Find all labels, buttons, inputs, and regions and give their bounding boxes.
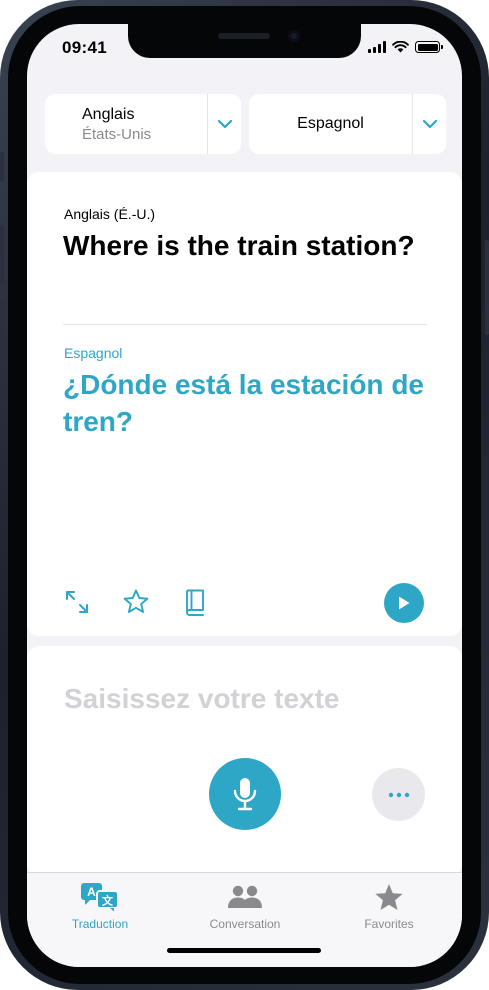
volume-up-button xyxy=(0,225,4,285)
dictionary-book-icon[interactable] xyxy=(180,587,210,617)
microphone-button[interactable] xyxy=(209,758,281,830)
source-text[interactable]: Where is the train station? xyxy=(63,227,423,264)
side-power-button xyxy=(485,240,489,335)
play-icon xyxy=(399,596,410,610)
more-options-button[interactable] xyxy=(372,768,425,821)
tab-label: Conversation xyxy=(209,917,281,931)
svg-text:文: 文 xyxy=(102,894,114,908)
svg-text:A: A xyxy=(87,885,96,899)
home-indicator[interactable] xyxy=(167,948,321,953)
star-icon xyxy=(374,882,404,912)
chevron-down-icon[interactable] xyxy=(413,94,446,154)
status-icons xyxy=(368,41,443,53)
app-screen: 09:41 Anglais États-Unis Espagnol Anglai… xyxy=(27,24,462,967)
volume-down-button xyxy=(0,300,4,360)
cellular-signal-icon xyxy=(368,41,386,53)
status-time: 09:41 xyxy=(62,38,107,57)
tab-favorites[interactable]: Favorites xyxy=(334,882,444,931)
source-language-selector[interactable]: Anglais États-Unis xyxy=(45,94,241,154)
battery-icon xyxy=(415,41,443,53)
translated-text[interactable]: ¿Dónde está la estación de tren? xyxy=(63,366,433,440)
favorite-star-icon[interactable] xyxy=(121,587,151,617)
notch xyxy=(128,24,361,58)
tab-label: Traduction xyxy=(71,917,129,931)
chevron-down-icon[interactable] xyxy=(208,94,241,154)
source-language-name: Anglais xyxy=(82,105,135,123)
expand-icon[interactable] xyxy=(62,587,92,617)
play-audio-button[interactable] xyxy=(384,583,424,623)
translation-card: Anglais (É.-U.) Where is the train stati… xyxy=(27,172,462,636)
people-icon xyxy=(227,882,263,912)
tab-traduction[interactable]: A 文 Traduction xyxy=(45,882,155,931)
tab-conversation[interactable]: Conversation xyxy=(190,882,300,931)
target-language-selector[interactable]: Espagnol xyxy=(249,94,446,154)
target-language-name: Espagnol xyxy=(297,115,364,132)
translate-icon: A 文 xyxy=(80,882,120,912)
microphone-icon xyxy=(233,778,257,811)
text-input-placeholder[interactable]: Saisissez votre texte xyxy=(64,683,340,715)
input-card[interactable]: Saisissez votre texte xyxy=(27,646,462,876)
silent-switch xyxy=(0,152,4,182)
source-language-region: États-Unis xyxy=(82,125,152,143)
tab-label: Favorites xyxy=(364,917,414,931)
card-divider xyxy=(63,324,427,325)
source-language-label: Anglais (É.-U.) xyxy=(64,206,156,222)
wifi-icon xyxy=(392,41,409,53)
camera-icon xyxy=(288,30,300,42)
ellipsis-icon xyxy=(388,792,409,797)
target-language-label: Espagnol xyxy=(64,345,123,361)
